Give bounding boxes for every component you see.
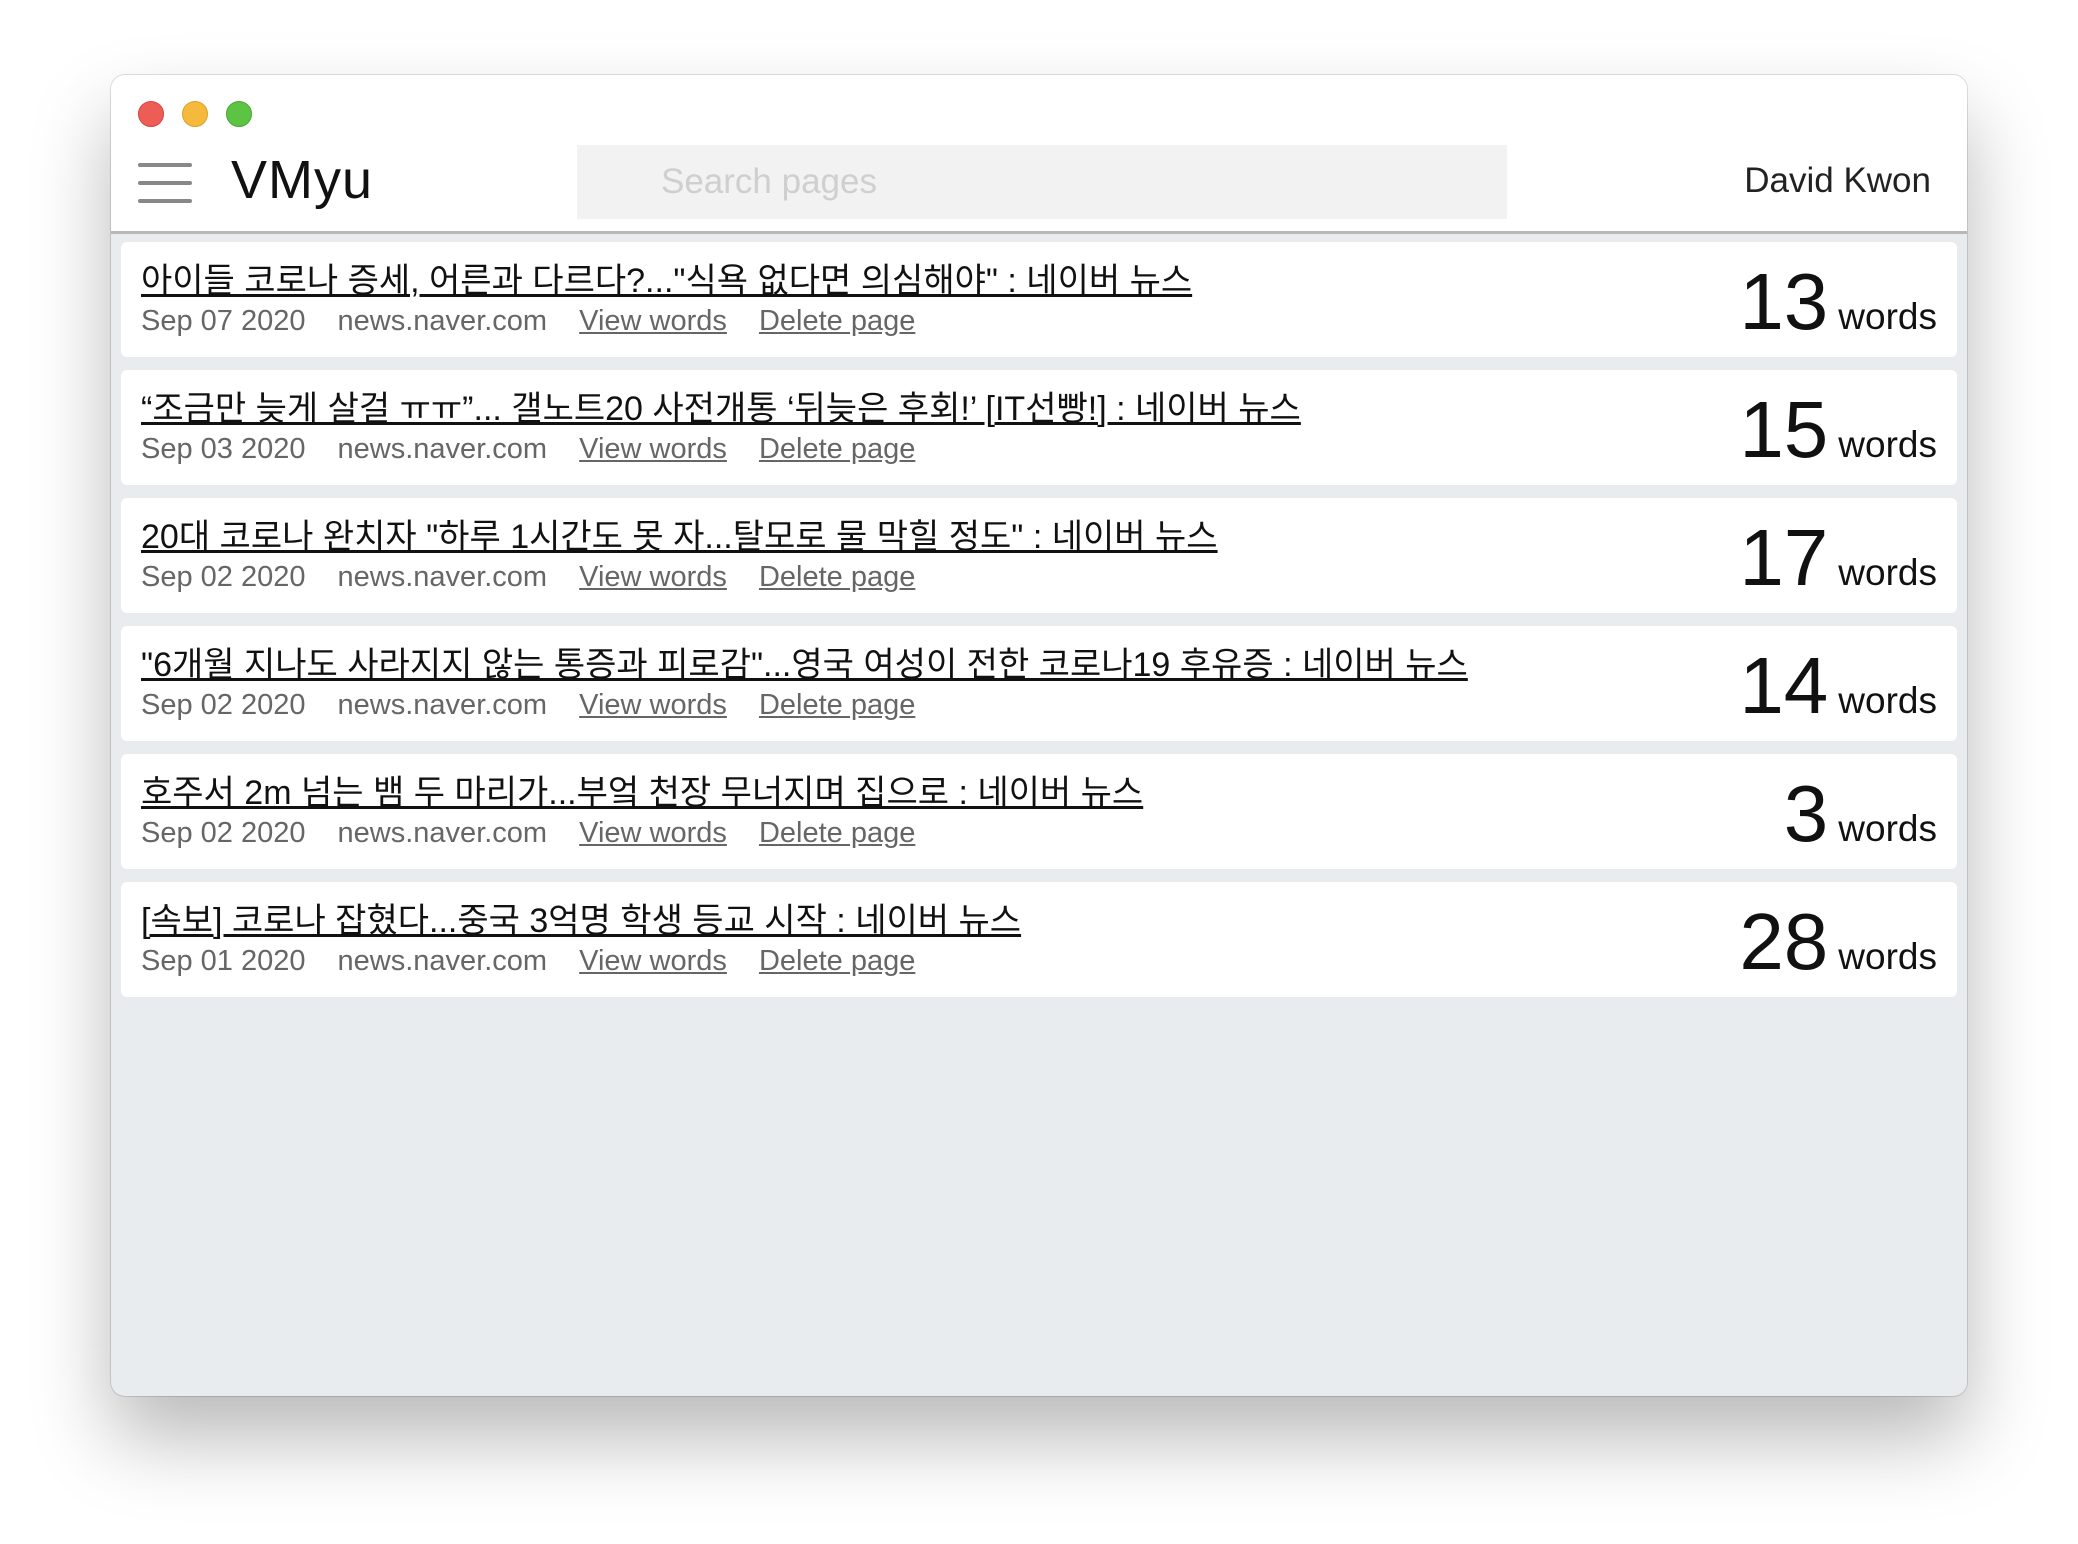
word-count-number: 28 [1739,897,1829,986]
word-count: 13 words [1739,256,1937,348]
page-domain: news.naver.com [337,433,548,465]
app-title: VMyu [231,150,374,210]
page-meta: Sep 07 2020 news.naver.com View words De… [141,302,1937,340]
window-controls [138,101,252,127]
word-count-unit: words [1838,936,1937,977]
view-words-link[interactable]: View words [579,945,727,977]
page-card: 20대 코로나 완치자 "하루 1시간도 못 자...탈모로 물 막힐 정도" … [121,498,1957,613]
header: VMyu David Kwon [111,75,1967,234]
page-date: Sep 07 2020 [141,305,306,337]
word-count-unit: words [1838,424,1937,465]
page-meta: Sep 02 2020 news.naver.com View words De… [141,558,1937,596]
close-window-button[interactable] [138,101,164,127]
minimize-window-button[interactable] [182,101,208,127]
page-card: “조금만 늦게 살걸 ㅠㅠ”... 갤노트20 사전개통 ‘뒤늦은 후회!’ [… [121,370,1957,485]
word-count-number: 14 [1739,641,1829,730]
word-count: 17 words [1739,512,1937,604]
page-list: 아이들 코로나 증세, 어른과 다르다?..."식욕 없다면 의심해야" : 네… [111,234,1967,997]
page-date: Sep 01 2020 [141,945,306,977]
word-count-number: 13 [1739,257,1829,346]
page-title-link[interactable]: [속보] 코로나 잡혔다...중국 3억명 학생 등교 시작 : 네이버 뉴스 [141,900,1021,942]
word-count-unit: words [1838,808,1937,849]
page-card: 호주서 2m 넘는 뱀 두 마리가...부엌 천장 무너지며 집으로 : 네이버… [121,754,1957,869]
delete-page-link[interactable]: Delete page [759,689,915,721]
word-count-unit: words [1838,552,1937,593]
word-count-unit: words [1838,680,1937,721]
user-name[interactable]: David Kwon [1744,161,1931,201]
page-title-link[interactable]: 20대 코로나 완치자 "하루 1시간도 못 자...탈모로 물 막힐 정도" … [141,516,1218,558]
maximize-window-button[interactable] [226,101,252,127]
page-card: 아이들 코로나 증세, 어른과 다르다?..."식욕 없다면 의심해야" : 네… [121,242,1957,357]
word-count-unit: words [1838,296,1937,337]
page-title-link[interactable]: 아이들 코로나 증세, 어른과 다르다?..."식욕 없다면 의심해야" : 네… [141,260,1192,302]
view-words-link[interactable]: View words [579,689,727,721]
hamburger-menu-icon[interactable] [138,163,192,203]
view-words-link[interactable]: View words [579,561,727,593]
page-card: "6개월 지나도 사라지지 않는 통증과 피로감"...영국 여성이 전한 코로… [121,626,1957,741]
delete-page-link[interactable]: Delete page [759,433,915,465]
word-count-number: 3 [1783,769,1829,858]
view-words-link[interactable]: View words [579,305,727,337]
page-domain: news.naver.com [337,817,548,849]
page-date: Sep 02 2020 [141,689,306,721]
page-domain: news.naver.com [337,945,548,977]
view-words-link[interactable]: View words [579,817,727,849]
page-domain: news.naver.com [337,689,548,721]
page-domain: news.naver.com [337,561,548,593]
menu-line [138,199,192,203]
page-date: Sep 02 2020 [141,817,306,849]
page-meta: Sep 03 2020 news.naver.com View words De… [141,430,1937,468]
word-count: 3 words [1784,768,1937,860]
view-words-link[interactable]: View words [579,433,727,465]
delete-page-link[interactable]: Delete page [759,945,915,977]
word-count: 28 words [1739,896,1937,988]
page-meta: Sep 02 2020 news.naver.com View words De… [141,814,1937,852]
page-title-link[interactable]: “조금만 늦게 살걸 ㅠㅠ”... 갤노트20 사전개통 ‘뒤늦은 후회!’ [… [141,388,1301,430]
page-title-link[interactable]: 호주서 2m 넘는 뱀 두 마리가...부엌 천장 무너지며 집으로 : 네이버… [141,772,1143,814]
page-card: [속보] 코로나 잡혔다...중국 3억명 학생 등교 시작 : 네이버 뉴스 … [121,882,1957,997]
menu-line [138,181,192,185]
word-count: 15 words [1739,384,1937,476]
page-meta: Sep 01 2020 news.naver.com View words De… [141,942,1937,980]
search-input[interactable] [577,145,1507,219]
delete-page-link[interactable]: Delete page [759,305,915,337]
page-date: Sep 02 2020 [141,561,306,593]
word-count-number: 15 [1739,385,1829,474]
page-meta: Sep 02 2020 news.naver.com View words De… [141,686,1937,724]
menu-line [138,163,192,167]
page-domain: news.naver.com [337,305,548,337]
word-count-number: 17 [1739,513,1829,602]
page-title-link[interactable]: "6개월 지나도 사라지지 않는 통증과 피로감"...영국 여성이 전한 코로… [141,644,1468,686]
word-count: 14 words [1739,640,1937,732]
page-date: Sep 03 2020 [141,433,306,465]
app-window: VMyu David Kwon 아이들 코로나 증세, 어른과 다르다?..."… [111,75,1967,1396]
delete-page-link[interactable]: Delete page [759,817,915,849]
delete-page-link[interactable]: Delete page [759,561,915,593]
